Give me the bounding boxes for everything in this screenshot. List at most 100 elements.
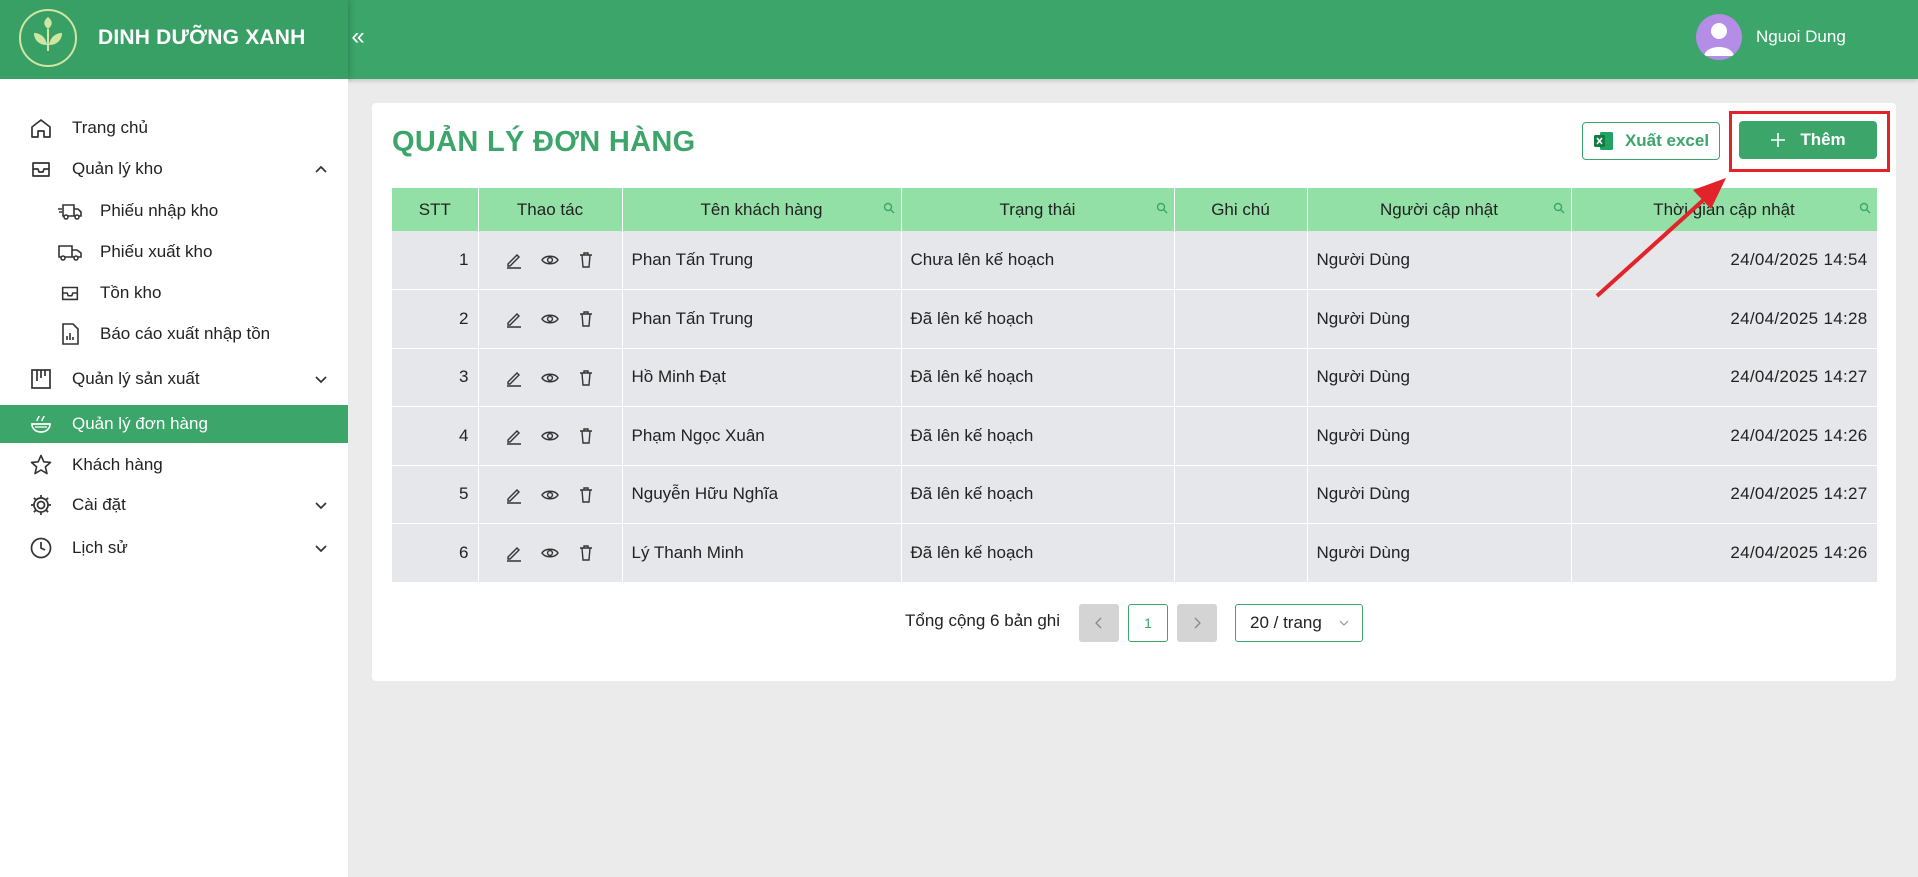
user-icon	[1704, 23, 1734, 56]
sidebar-item-export-slip[interactable]: Phiếu xuất kho	[0, 233, 348, 271]
cell-updated-at: 24/04/2025 14:26	[1571, 523, 1878, 583]
sidebar-item-warehouse[interactable]: Quản lý kho	[0, 150, 348, 188]
search-icon[interactable]	[883, 202, 895, 214]
excel-icon	[1593, 132, 1613, 150]
prev-page-button[interactable]	[1079, 604, 1119, 642]
top-header: DINH DƯỠNG XANH « Nguoi Dung	[0, 0, 1918, 79]
cell-actions	[478, 289, 623, 349]
user-menu[interactable]: Nguoi Dung	[1696, 14, 1846, 60]
eye-icon[interactable]	[540, 485, 560, 505]
sidebar-item-home[interactable]: Trang chủ	[0, 109, 348, 147]
cell-status: Đã lên kế hoạch	[901, 465, 1175, 524]
eye-icon[interactable]	[540, 368, 560, 388]
cell-updated-by: Người Dùng	[1307, 348, 1572, 407]
trash-icon[interactable]	[576, 426, 596, 446]
sidebar-item-inventory[interactable]: Tồn kho	[0, 274, 348, 312]
column-header-updated-at: Thời gian cập nhật	[1571, 188, 1878, 231]
cell-updated-at: 24/04/2025 14:26	[1571, 406, 1878, 466]
plus-icon	[1771, 133, 1786, 147]
chevron-up-icon	[315, 165, 327, 173]
sidebar-item-label: Báo cáo xuất nhập tồn	[100, 324, 271, 343]
sidebar-item-orders[interactable]: Quản lý đơn hàng	[0, 405, 348, 443]
page-button-current[interactable]: 1	[1128, 604, 1168, 642]
cell-note	[1174, 406, 1308, 466]
page-size-select[interactable]: 20 / trang	[1235, 604, 1363, 642]
clock-icon	[28, 535, 54, 561]
table-row: 2 Phan Tấn Trung Đã lên kế hoạch Người D…	[392, 289, 1878, 349]
truck-import-icon	[57, 198, 83, 224]
cell-customer: Phan Tấn Trung	[622, 289, 902, 349]
avatar[interactable]	[1696, 14, 1742, 60]
collapse-sidebar-icon[interactable]: «	[348, 22, 368, 52]
cell-note	[1174, 231, 1308, 290]
cell-updated-by: Người Dùng	[1307, 406, 1572, 466]
trash-icon[interactable]	[576, 485, 596, 505]
cell-stt: 3	[392, 348, 479, 407]
eye-icon[interactable]	[540, 250, 560, 270]
cell-note	[1174, 348, 1308, 407]
trash-icon[interactable]	[576, 250, 596, 270]
edit-icon[interactable]	[504, 309, 524, 329]
sidebar-item-report[interactable]: Báo cáo xuất nhập tồn	[0, 315, 348, 353]
cell-actions	[478, 231, 623, 290]
sidebar-item-import-slip[interactable]: Phiếu nhập kho	[0, 192, 348, 230]
cell-stt: 6	[392, 523, 479, 583]
logo	[19, 9, 77, 67]
column-header-stt: STT	[392, 188, 479, 231]
sidebar-item-settings[interactable]: Cài đặt	[0, 486, 348, 524]
star-icon	[28, 452, 54, 478]
next-page-button[interactable]	[1177, 604, 1217, 642]
cell-actions	[478, 348, 623, 407]
table-row: 5 Nguyễn Hữu Nghĩa Đã lên kế hoạch Người…	[392, 465, 1878, 524]
eye-icon[interactable]	[540, 309, 560, 329]
table-row: 3 Hồ Minh Đạt Đã lên kế hoạch Người Dùng…	[392, 348, 1878, 407]
trash-icon[interactable]	[576, 368, 596, 388]
trash-icon[interactable]	[576, 309, 596, 329]
edit-icon[interactable]	[504, 250, 524, 270]
chevron-down-icon	[1339, 620, 1349, 626]
cell-customer: Lý Thanh Minh	[622, 523, 902, 583]
eye-icon[interactable]	[540, 426, 560, 446]
cell-status: Chưa lên kế hoạch	[901, 231, 1175, 290]
cell-note	[1174, 289, 1308, 349]
cell-note	[1174, 465, 1308, 524]
cell-actions	[478, 406, 623, 466]
cell-stt: 4	[392, 406, 479, 466]
column-header-status: Trạng thái	[901, 188, 1175, 231]
cell-updated-at: 24/04/2025 14:27	[1571, 465, 1878, 524]
eye-icon[interactable]	[540, 543, 560, 563]
cell-updated-by: Người Dùng	[1307, 465, 1572, 524]
edit-icon[interactable]	[504, 543, 524, 563]
trash-icon[interactable]	[576, 543, 596, 563]
sidebar-item-label: Cài đặt	[72, 495, 126, 514]
search-icon[interactable]	[1156, 202, 1168, 214]
cell-status: Đã lên kế hoạch	[901, 523, 1175, 583]
export-excel-button[interactable]: Xuất excel	[1582, 122, 1720, 160]
column-header-actions: Thao tác	[478, 188, 623, 231]
cell-updated-by: Người Dùng	[1307, 231, 1572, 290]
sidebar-item-customers[interactable]: Khách hàng	[0, 446, 348, 484]
sidebar-item-label: Khách hàng	[72, 455, 163, 474]
column-header-updated-by: Người cập nhật	[1307, 188, 1572, 231]
factory-icon	[28, 366, 54, 392]
sidebar-item-history[interactable]: Lịch sử	[0, 529, 348, 567]
add-button[interactable]: Thêm	[1739, 121, 1877, 159]
cell-note	[1174, 523, 1308, 583]
inbox-icon	[28, 156, 54, 182]
home-icon	[28, 115, 54, 141]
sidebar-item-production[interactable]: Quản lý sản xuất	[0, 360, 348, 398]
edit-icon[interactable]	[504, 426, 524, 446]
table-row: 6 Lý Thanh Minh Đã lên kế hoạch Người Dù…	[392, 523, 1878, 583]
edit-icon[interactable]	[504, 485, 524, 505]
cell-customer: Phan Tấn Trung	[622, 231, 902, 290]
sidebar-item-label: Quản lý đơn hàng	[72, 414, 208, 433]
sidebar: Trang chủ Quản lý kho Phiếu nhập kho Phi…	[0, 79, 348, 877]
gear-icon	[28, 492, 54, 518]
cell-actions	[478, 523, 623, 583]
search-icon[interactable]	[1553, 202, 1565, 214]
sidebar-item-label: Quản lý kho	[72, 159, 163, 178]
edit-icon[interactable]	[504, 368, 524, 388]
pagination-total: Tổng cộng 6 bản ghi	[905, 611, 1061, 630]
search-icon[interactable]	[1859, 202, 1871, 214]
cell-updated-at: 24/04/2025 14:54	[1571, 231, 1878, 290]
